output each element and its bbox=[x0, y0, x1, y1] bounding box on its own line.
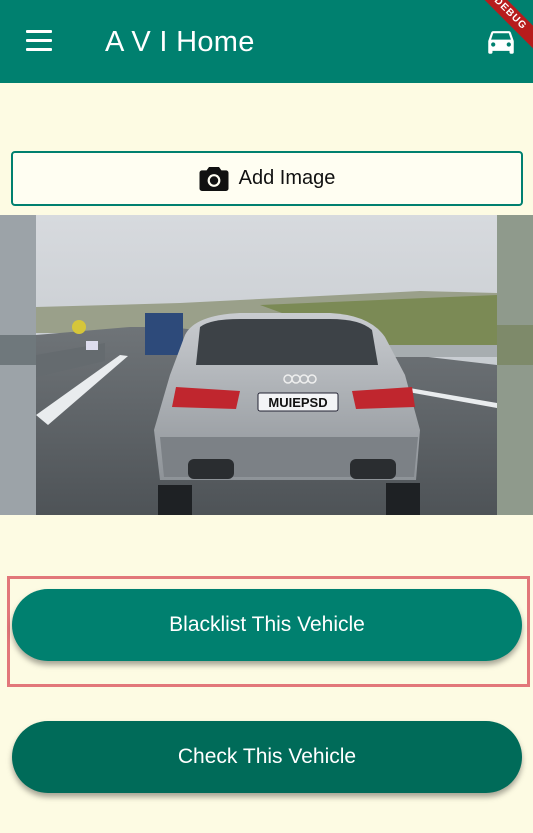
add-image-button[interactable]: Add Image bbox=[11, 151, 523, 206]
app-bar: A V I Home DEBUG bbox=[0, 0, 533, 83]
debug-banner: DEBUG bbox=[473, 0, 533, 60]
check-vehicle-button[interactable]: Check This Vehicle bbox=[12, 721, 522, 793]
license-plate: MUIEPSD bbox=[268, 395, 327, 410]
menu-icon[interactable] bbox=[24, 28, 54, 54]
vehicle-photo: MUIEPSD bbox=[0, 215, 533, 515]
blacklist-vehicle-button[interactable]: Blacklist This Vehicle bbox=[12, 589, 522, 661]
camera-icon bbox=[199, 166, 229, 191]
add-image-label: Add Image bbox=[238, 167, 336, 189]
page-title: A V I Home bbox=[105, 26, 255, 58]
